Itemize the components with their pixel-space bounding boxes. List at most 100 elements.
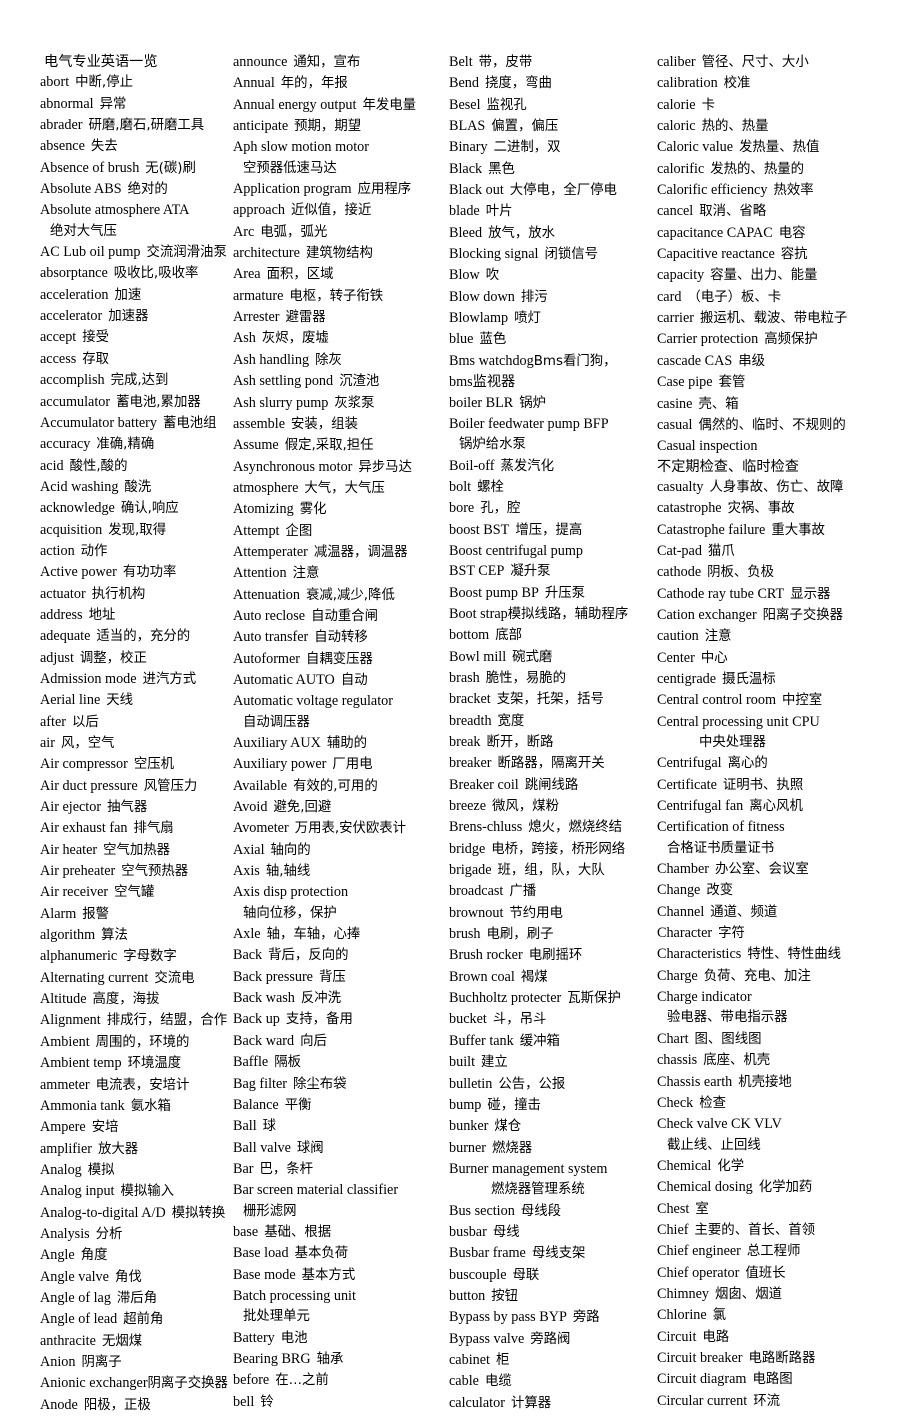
entry-term-en: Arc <box>233 223 255 240</box>
glossary-entry: Air preheater 空气预热器 <box>40 861 233 882</box>
entry-term-zh: 微风，煤粉 <box>492 799 559 815</box>
entry-term-en: Ash settling pond <box>233 373 334 390</box>
entry-term-zh: 除灰 <box>315 352 342 368</box>
glossary-entry: Chemical dosing 化学加药 <box>657 1177 920 1198</box>
entry-term-zh: 通知，宣布 <box>293 55 361 70</box>
entry-term-en: brush <box>449 926 481 943</box>
entry-term-zh: 绝对大气压 <box>50 223 117 239</box>
glossary-entry: base 基础、根据 <box>233 1222 449 1243</box>
glossary-entry: casine 壳、箱 <box>657 394 920 415</box>
entry-term-zh: 灰烬，废墟 <box>261 331 329 347</box>
entry-term-zh: 特性、特性曲线 <box>747 947 842 963</box>
entry-term-en: Annual <box>233 75 275 92</box>
glossary-entry: Belt 带，皮带 <box>449 52 657 73</box>
glossary-entry: Back pressure 背压 <box>233 967 449 988</box>
entry-term-en: Angle of lag <box>40 1289 111 1306</box>
glossary-entry: Automatic voltage regulator <box>233 691 449 711</box>
entry-term-zh: 字母数字 <box>123 949 177 965</box>
entry-term-zh: 计算器 <box>510 1395 552 1411</box>
glossary-entry: buscouple 母联 <box>449 1265 657 1286</box>
entry-term-zh: 喷灯 <box>514 311 541 327</box>
entry-term-zh: 叶片 <box>485 204 513 220</box>
entry-term-en: Automatic AUTO <box>233 671 335 688</box>
glossary-entry: bms监视器 <box>449 372 657 392</box>
entry-term-en: BST CEP <box>449 563 505 580</box>
entry-term-zh: 凝升泵 <box>510 564 551 580</box>
entry-term-en: casual <box>657 416 693 433</box>
glossary-entry: blue 蓝色 <box>449 329 657 350</box>
entry-term-en: busbar <box>449 1223 487 1240</box>
glossary-entry: Ash slurry pump 灰浆泵 <box>233 393 449 414</box>
glossary-entry: centigrade 摄氏温标 <box>657 669 920 690</box>
glossary-entry: Application program 应用程序 <box>233 179 449 200</box>
entry-term-en: carrier <box>657 310 695 327</box>
entry-term-zh: 铃 <box>260 1394 274 1410</box>
entry-term-zh: 热的、热量 <box>701 119 769 135</box>
entry-term-en: Anion <box>40 1353 76 1370</box>
entry-term-zh: 偏置，偏压 <box>491 119 559 135</box>
entry-term-en: acquisition <box>40 521 103 538</box>
entry-term-en: Bms watchdog <box>449 352 534 369</box>
entry-term-zh: 向后 <box>300 1033 327 1049</box>
entry-term-en: Attempt <box>233 522 280 539</box>
entry-term-zh: 挠度，弯曲 <box>484 76 552 92</box>
entry-term-zh: 空压机 <box>133 757 175 773</box>
entry-term-zh: 空气预热器 <box>121 864 189 880</box>
entry-term-zh: 蓝色 <box>479 332 507 348</box>
entry-term-zh: 自动 <box>340 672 368 688</box>
entry-term-en: Analog-to-digital A/D <box>40 1204 166 1221</box>
entry-term-zh: 蒸发汽化 <box>500 458 555 474</box>
entry-term-en: built <box>449 1054 476 1071</box>
entry-term-en: catastrophe <box>657 500 722 517</box>
entry-term-en: Analysis <box>40 1225 90 1242</box>
entry-term-zh: 锅炉 <box>519 395 547 411</box>
entry-term-en: anthracite <box>40 1332 96 1349</box>
glossary-entry: Black out 大停电，全厂停电 <box>449 180 657 201</box>
entry-term-en: Circuit diagram <box>657 1371 747 1388</box>
entry-term-en: Black <box>449 160 483 177</box>
entry-term-zh: 建筑物结构 <box>305 246 373 262</box>
entry-term-en: Catastrophe failure <box>657 521 766 538</box>
glossary-entry: breadth 宽度 <box>449 711 657 732</box>
entry-term-zh: 交流润滑油泵 <box>146 245 227 261</box>
entry-term-en: Arrester <box>233 309 280 326</box>
glossary-entry: Breaker coil 跳闸线路 <box>449 775 657 796</box>
glossary-entry: Character 字符 <box>657 923 920 944</box>
glossary-entry: caliber 管径、尺寸、大小 <box>657 52 920 73</box>
entry-term-zh: 吸收比,吸收率 <box>113 266 199 282</box>
entry-term-zh: 减温器，调温器 <box>313 544 408 560</box>
entry-term-en: Boil-off <box>449 457 495 474</box>
entry-term-zh: 负荷、充电、加注 <box>703 968 811 984</box>
entry-term-zh: 斗，吊斗 <box>492 1012 547 1028</box>
entry-term-en: announce <box>233 54 288 70</box>
entry-term-en: Back pressure <box>233 968 313 985</box>
entry-term-en: atmosphere <box>233 479 299 496</box>
glossary-entry: bump 碰，撞击 <box>449 1095 657 1116</box>
glossary-entry: bore 孔，腔 <box>449 498 657 519</box>
entry-term-en: Centrifugal <box>657 755 722 772</box>
entry-term-en: Back ward <box>233 1032 295 1049</box>
glossary-entry: ammeter 电流表，安培计 <box>40 1075 233 1096</box>
glossary-entry: before 在…之前 <box>233 1370 449 1391</box>
entry-term-en: Aph slow motion motor <box>233 139 369 156</box>
entry-term-en: Admission mode <box>40 670 137 687</box>
glossary-entry: Anionic exchanger阴离子交换器 <box>40 1373 233 1394</box>
glossary-entry: adequate 适当的，充分的 <box>40 626 233 647</box>
entry-term-zh: 加速器 <box>108 309 149 325</box>
entry-term-en: Air exhaust fan <box>40 820 128 837</box>
entry-term-zh: 完成,达到 <box>110 373 169 389</box>
entry-term-en: Avoid <box>233 799 268 816</box>
glossary-entry: 截止线、止回线 <box>657 1135 920 1156</box>
glossary-entry: Cathode ray tube CRT 显示器 <box>657 584 920 605</box>
entry-term-zh: 年的，年报 <box>280 76 348 92</box>
glossary-entry: Brown coal 褐煤 <box>449 967 657 988</box>
entry-term-en: centigrade <box>657 670 717 687</box>
glossary-entry: Blowlamp 喷灯 <box>449 308 657 329</box>
entry-term-zh: 阳极，正极 <box>83 1397 151 1413</box>
entry-term-zh: 除尘布袋 <box>292 1076 347 1092</box>
glossary-entry: bucket 斗，吊斗 <box>449 1009 657 1030</box>
entry-term-en: Ampere <box>40 1119 86 1136</box>
entry-term-en: capacity <box>657 267 705 284</box>
entry-term-en: action <box>40 542 75 559</box>
entry-term-en: bump <box>449 1096 482 1113</box>
